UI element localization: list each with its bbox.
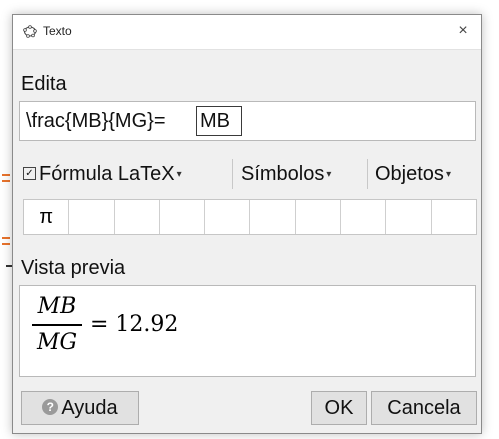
symbol-slot[interactable] — [432, 200, 476, 234]
canvas-mark — [2, 237, 10, 239]
symbol-pi[interactable]: π — [24, 200, 70, 234]
latex-formula-toggle[interactable]: ✓ Fórmula LaTeX ▾ — [23, 157, 182, 191]
ok-label[interactable]: OK — [325, 397, 354, 419]
text-dialog: Texto × Edita \frac{MB}{MG}= MB ✓ Fórmula… — [12, 14, 482, 434]
toolbar-divider — [367, 159, 368, 189]
format-toolbar: ✓ Fórmula LaTeX ▾ Símbolos ▾ Objetos ▾ — [19, 157, 479, 191]
symbol-slot[interactable] — [115, 200, 160, 234]
close-icon[interactable]: × — [458, 22, 467, 39]
help-label[interactable]: Ayuda — [61, 397, 117, 419]
question-icon[interactable]: ? — [42, 398, 59, 415]
formula-result: = 12.92 — [90, 312, 179, 337]
close-button[interactable]: × — [451, 19, 475, 43]
cancel-button[interactable]: Cancela — [371, 391, 477, 425]
symbol-slot[interactable] — [296, 200, 342, 234]
symbol-slot[interactable] — [386, 200, 432, 234]
chevron-down-icon[interactable]: ▾ — [326, 169, 331, 180]
help-button[interactable]: ? Ayuda — [21, 391, 139, 425]
preview-label: Vista previa — [21, 257, 126, 279]
canvas-mark — [2, 243, 10, 245]
dialog-title: Texto — [43, 24, 72, 38]
symbols-label[interactable]: Símbolos — [241, 163, 324, 185]
edit-input[interactable]: \frac{MB}{MG}= MB — [19, 101, 476, 141]
symbol-slot[interactable] — [205, 200, 251, 234]
symbol-slot[interactable] — [69, 200, 115, 234]
symbol-slot[interactable] — [160, 200, 206, 234]
objects-label[interactable]: Objetos — [375, 163, 444, 185]
geogebra-icon — [23, 25, 37, 38]
canvas-mark — [2, 174, 10, 176]
fraction-numerator: MB — [37, 294, 77, 319]
chevron-down-icon[interactable]: ▾ — [446, 169, 451, 180]
symbol-slot[interactable] — [341, 200, 387, 234]
latex-input-text[interactable]: \frac{MB}{MG}= — [26, 110, 166, 133]
canvas-mark — [2, 180, 10, 182]
latex-formula-label[interactable]: Fórmula LaTeX — [39, 163, 175, 185]
object-field[interactable]: MB — [196, 106, 242, 136]
fraction-denominator: MG — [36, 330, 78, 355]
toolbar-divider — [232, 159, 233, 189]
preview-panel: MB MG = 12.92 — [19, 285, 476, 377]
chevron-down-icon[interactable]: ▾ — [177, 169, 182, 180]
edit-label: Edita — [21, 73, 67, 95]
title-bar[interactable]: Texto × — [13, 15, 481, 50]
symbol-palette: π — [23, 199, 477, 235]
ok-button[interactable]: OK — [311, 391, 367, 425]
objects-dropdown[interactable]: Objetos ▾ — [375, 157, 451, 191]
symbol-slot[interactable] — [250, 200, 296, 234]
checkmark-icon[interactable]: ✓ — [23, 167, 36, 181]
symbols-dropdown[interactable]: Símbolos ▾ — [241, 157, 331, 191]
fraction-bar — [32, 324, 82, 326]
cancel-label[interactable]: Cancela — [387, 397, 460, 419]
